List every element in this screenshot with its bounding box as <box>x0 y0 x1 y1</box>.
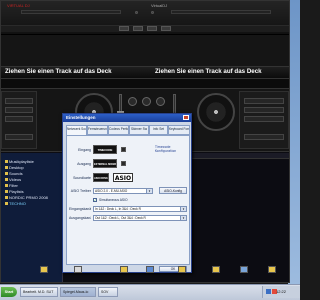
taskbar-item[interactable]: Spiegel-Maus-lo <box>60 287 96 297</box>
asio-treiber-select[interactable]: ASIO 2.0 - E-MU ASIO ▾ <box>93 188 153 194</box>
tree-item[interactable]: Sounds <box>5 171 23 176</box>
asio-logo: ASIO <box>113 173 133 182</box>
folder-icon <box>5 178 8 182</box>
tree-item-selected[interactable]: TECHNO <box>5 201 26 206</box>
deck-control-button[interactable] <box>5 134 33 140</box>
indicator-light <box>135 11 138 14</box>
right-deck-panel <box>239 91 289 149</box>
deck-control-button[interactable] <box>244 98 284 104</box>
folder-icon <box>5 202 8 206</box>
tree-item[interactable]: Videos <box>5 177 21 182</box>
folder-icon <box>5 166 8 170</box>
eq-knob[interactable] <box>142 97 151 106</box>
eq-knob[interactable] <box>156 97 165 106</box>
close-icon[interactable] <box>183 115 189 120</box>
cable-icon <box>121 161 126 166</box>
tree-item[interactable]: Filter <box>5 183 18 188</box>
deck-button[interactable] <box>161 26 171 31</box>
deck-button[interactable] <box>147 26 157 31</box>
desktop-icon[interactable] <box>120 266 128 273</box>
turntable-right[interactable] <box>197 93 235 131</box>
tab-codecs[interactable]: Codecs Performance <box>108 125 129 135</box>
eq-knob[interactable] <box>128 97 137 106</box>
clock[interactable]: 12:22 <box>276 289 286 294</box>
desktop-icon[interactable] <box>74 266 82 273</box>
desktop-icons-row <box>0 265 300 283</box>
timecode-config-link[interactable]: Timecode Konfiguration <box>155 145 187 155</box>
desktop-icon[interactable] <box>178 266 186 273</box>
level-meter-left <box>21 10 121 14</box>
desktop-icon[interactable] <box>212 266 220 273</box>
folder-icon <box>5 196 8 200</box>
waveform-display <box>1 79 289 89</box>
tree-item[interactable]: Playlists <box>5 189 24 194</box>
eingang-device-image[interactable]: TIMECODE <box>93 145 117 154</box>
level-meter-right <box>171 10 271 14</box>
deck-control-button[interactable] <box>5 116 33 122</box>
tab-info[interactable]: Info Set <box>149 125 168 135</box>
asio-treiber-label: ASIO Treiber <box>70 189 91 193</box>
desktop-icon[interactable] <box>240 266 248 273</box>
tree-item[interactable]: NORDIC PRMO 2008 <box>5 195 48 200</box>
folder-tree: Musikplayliste Desktop Sounds Videos Fil… <box>1 153 63 282</box>
folder-icon <box>5 160 8 164</box>
tab-netzwerk-soundkarten[interactable]: Netzwerk Soundkarten <box>66 125 87 135</box>
start-button[interactable]: Start <box>1 287 17 297</box>
soundkarte-label: Soundkarte <box>73 176 91 180</box>
app-title-left: VIRTUAL DJ <box>7 3 30 8</box>
folder-icon <box>5 172 8 176</box>
ausgang-label: Ausgang <box>77 162 91 166</box>
cable-icon <box>121 147 126 152</box>
deck-button[interactable] <box>133 26 143 31</box>
app-top-bar: VIRTUAL DJ VirtualDJ <box>1 1 289 35</box>
deck-left-title: Ziehen Sie einen Track auf das Deck <box>5 68 112 75</box>
checkbox-label: Simultaneous ASIO <box>99 198 128 202</box>
ausgang-device-image[interactable]: EXTERNAL MIXER <box>93 159 117 168</box>
deck-right-title: Ziehen Sie einen Track auf das Deck <box>155 68 262 75</box>
eingangskanale-select[interactable]: In 1&2 : Deck L, In 3&4 : Deck R ▾ <box>93 206 187 212</box>
eingang-label: Eingang <box>78 148 91 152</box>
app-title-right: VirtualDJ <box>151 3 168 8</box>
indicator-light <box>151 11 154 14</box>
deck-button[interactable] <box>119 26 129 31</box>
tray-icon[interactable] <box>266 289 271 294</box>
folder-icon <box>5 190 8 194</box>
tab-skinner[interactable]: Skinner Sw <box>129 125 149 135</box>
dialog-title: Einstellungen <box>66 115 96 120</box>
chevron-down-icon: ▾ <box>146 189 152 193</box>
deck-control-button[interactable] <box>244 107 284 113</box>
ausgangskanale-label: Ausgangskanäle <box>69 216 91 220</box>
chevron-down-icon: ▾ <box>180 216 186 220</box>
eingangskanale-label: Eingangskanäle <box>69 207 91 211</box>
ausgangskanale-select[interactable]: Out 1&2 : Deck L, Out 3&4 : Deck R ▾ <box>93 215 187 221</box>
chevron-down-icon: ▾ <box>180 207 186 211</box>
desktop-icon[interactable] <box>268 266 276 273</box>
desktop-icon[interactable] <box>146 266 154 273</box>
tree-item[interactable]: Musikplayliste <box>5 159 34 164</box>
tab-keyboard[interactable]: Keyboard Formats <box>168 125 190 135</box>
deck-control-button[interactable] <box>244 116 284 122</box>
deck-control-button[interactable] <box>244 134 284 140</box>
deck-control-button[interactable] <box>5 107 33 113</box>
tree-item[interactable]: Desktop <box>5 165 24 170</box>
dialog-title-bar: Einstellungen <box>63 114 191 122</box>
settings-dialog: Einstellungen Netzwerk Soundkarten Ferns… <box>62 113 192 273</box>
dialog-body: Eingang TIMECODE Timecode Konfiguration … <box>66 135 190 265</box>
folder-icon <box>5 184 8 188</box>
taskbar-item[interactable]: SOV <box>98 287 118 297</box>
deck-control-button[interactable] <box>5 98 33 104</box>
left-deck-panel <box>1 91 37 149</box>
control-strip <box>1 25 289 32</box>
taskbar-item[interactable]: Bearbeit. M.D. SUT <box>20 287 58 297</box>
simultaneous-asio-checkbox[interactable]: ✓ <box>93 198 97 202</box>
soundkarte-device-image[interactable]: ASIO DRIVER <box>93 173 109 182</box>
tab-fernsteuerung[interactable]: Fernsteuerung Optionen <box>87 125 108 135</box>
desktop-icon[interactable] <box>40 266 48 273</box>
asio-config-button[interactable]: ASIO-Konfig <box>159 187 187 194</box>
